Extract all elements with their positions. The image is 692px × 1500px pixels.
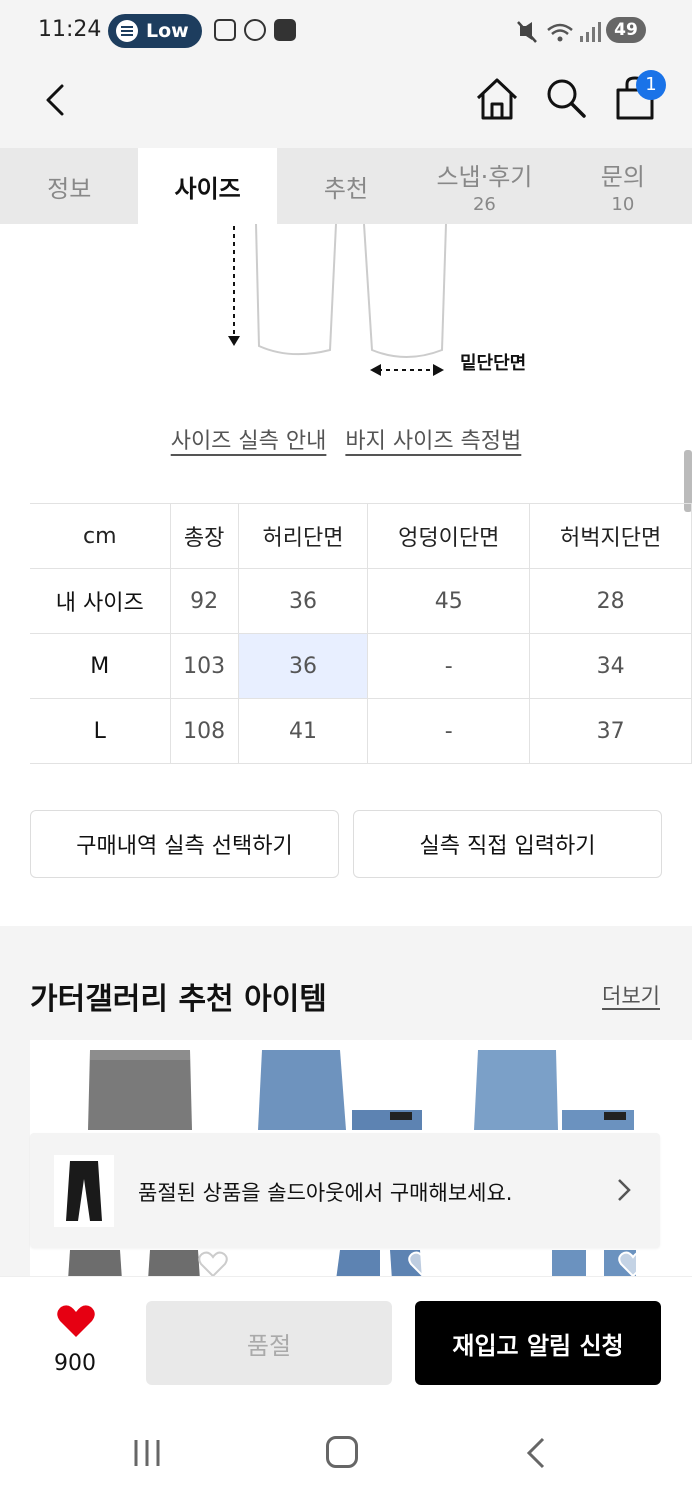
status-time: 11:24 (38, 17, 102, 42)
pants-size-diagram: 밑단단면 (0, 223, 692, 394)
row-label: M (30, 633, 171, 699)
table-header: 허리단면 (237, 503, 369, 569)
wishlist-heart-icon[interactable] (618, 1250, 648, 1278)
table-cell: 34 (529, 633, 692, 699)
tab-label: 스냅·후기 (436, 163, 533, 191)
recommend-more-link[interactable]: 더보기 (602, 980, 660, 1010)
tab-count: 26 (472, 194, 496, 215)
recommend-title: 가터갤러리 추천 아이템 (30, 982, 327, 1017)
mute-icon (517, 21, 537, 43)
tab-recommend[interactable]: 추천 (277, 148, 415, 224)
size-table: cm 총장 허리단면 엉덩이단면 허벅지단면 내 사이즈 92 36 45 28… (30, 503, 692, 764)
wishlist-heart-icon[interactable] (408, 1250, 438, 1278)
soldout-banner[interactable]: 품절된 상품을 솔드아웃에서 구매해보세요. (30, 1133, 660, 1248)
purchase-bar: 900 품절 재입고 알림 신청 (0, 1276, 692, 1406)
pants-outline (228, 223, 447, 376)
table-header: 허벅지단면 (529, 503, 692, 569)
table-cell: 28 (529, 568, 692, 634)
app-bar: 1 (0, 62, 692, 148)
table-cell: 37 (529, 698, 692, 764)
tab-inquiry[interactable]: 문의 10 (554, 148, 692, 224)
wifi-icon (547, 23, 573, 42)
spotify-pill-label: Low (146, 20, 189, 42)
spotify-pill: Low (108, 14, 202, 48)
table-header-row: cm 총장 허리단면 엉덩이단면 허벅지단면 (30, 503, 692, 569)
chevron-right-icon (618, 1179, 631, 1201)
status-bar: 11:24 Low 49 (0, 0, 692, 62)
battery-indicator: 49 (606, 17, 646, 43)
home-icon[interactable] (474, 76, 520, 122)
cart-badge: 1 (636, 70, 666, 100)
row-label: L (30, 698, 171, 764)
system-nav-bar (0, 1406, 692, 1500)
table-cell: 103 (169, 633, 239, 699)
row-label: 내 사이즈 (30, 568, 171, 634)
product-tabs: 정보 사이즈 추천 스냅·후기 26 문의 10 (0, 148, 692, 224)
tab-size[interactable]: 사이즈 (138, 148, 277, 224)
power-icon (244, 19, 266, 41)
table-row: 내 사이즈 92 36 45 28 (30, 568, 692, 634)
table-header: 엉덩이단면 (367, 503, 531, 569)
table-cell: 108 (169, 698, 239, 764)
screenshot-icon (214, 19, 236, 41)
measure-guide-link[interactable]: 바지 사이즈 측정법 (345, 429, 521, 454)
soldout-button: 품절 (146, 1301, 392, 1385)
table-cell: - (367, 633, 531, 699)
table-cell-highlighted: 36 (237, 633, 369, 699)
table-cell: - (367, 698, 531, 764)
tab-snap-review[interactable]: 스냅·후기 26 (415, 148, 553, 224)
back-icon[interactable] (38, 80, 78, 120)
tab-label: 추천 (323, 174, 369, 203)
size-guide-links: 사이즈 실측 안내 바지 사이즈 측정법 (0, 423, 692, 455)
cart-button[interactable]: 1 (612, 70, 666, 122)
table-header: 총장 (169, 503, 239, 569)
tab-label: 문의 (600, 163, 645, 191)
search-icon[interactable] (544, 76, 588, 120)
signal-icon (580, 22, 601, 42)
table-header: cm (30, 503, 171, 569)
wishlist-heart-icon[interactable] (198, 1250, 228, 1278)
tab-info[interactable]: 정보 (0, 148, 138, 224)
hem-width-label: 밑단단면 (460, 353, 527, 374)
table-row: M 103 36 - 34 (30, 633, 692, 699)
home-nav-icon[interactable] (326, 1436, 358, 1468)
measurement-actions: 구매내역 실측 선택하기 실측 직접 입력하기 (30, 810, 662, 878)
back-nav-icon[interactable] (525, 1436, 547, 1470)
select-purchase-history-button[interactable]: 구매내역 실측 선택하기 (30, 810, 339, 878)
recent-apps-icon[interactable] (130, 1438, 164, 1468)
table-cell: 41 (237, 698, 369, 764)
naver-icon (274, 19, 296, 41)
tab-count: 10 (611, 194, 635, 215)
tab-label: 정보 (47, 174, 92, 203)
restock-alert-button[interactable]: 재입고 알림 신청 (415, 1301, 661, 1385)
soldout-banner-text: 품절된 상품을 솔드아웃에서 구매해보세요. (138, 1181, 513, 1205)
like-heart-icon[interactable] (56, 1303, 96, 1339)
table-row: L 108 41 - 37 (30, 698, 692, 764)
table-cell: 92 (169, 568, 239, 634)
table-cell: 45 (367, 568, 531, 634)
spotify-icon (116, 20, 138, 42)
tab-label: 사이즈 (174, 174, 241, 203)
like-count: 900 (54, 1351, 96, 1376)
notification-icons (214, 19, 296, 41)
table-cell: 36 (237, 568, 369, 634)
size-guide-link[interactable]: 사이즈 실측 안내 (171, 429, 327, 454)
banner-product-thumbnail (54, 1155, 114, 1227)
direct-input-button[interactable]: 실측 직접 입력하기 (353, 810, 662, 878)
